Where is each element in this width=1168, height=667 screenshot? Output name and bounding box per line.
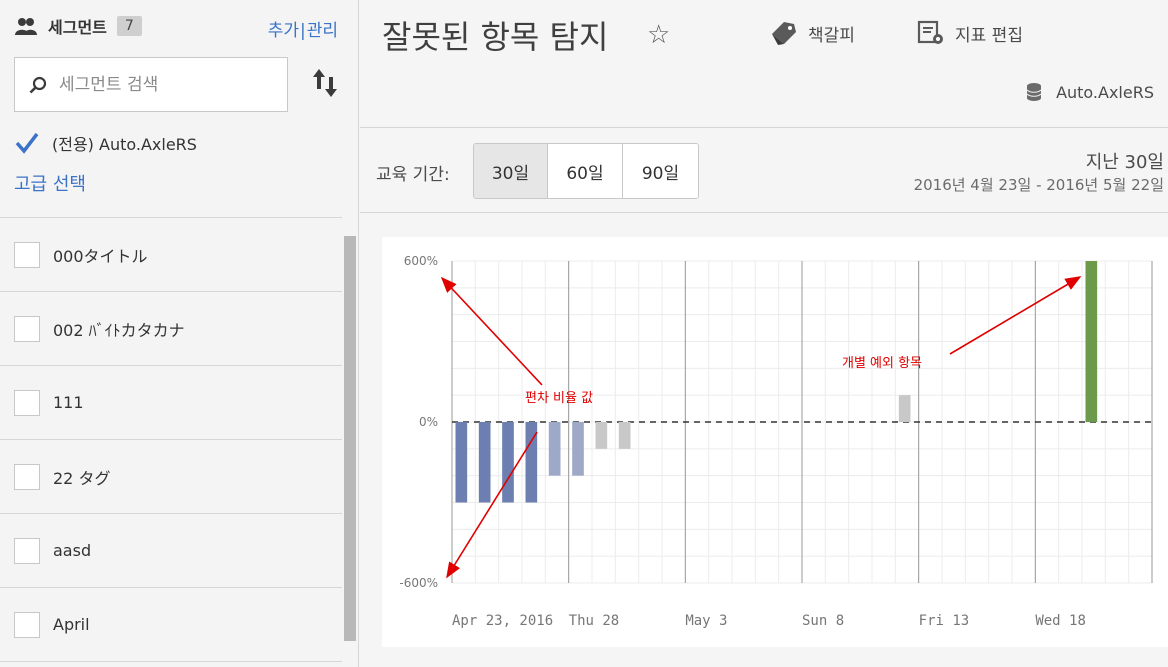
report-suite-name: Auto.AxleRS <box>1056 82 1154 102</box>
search-icon <box>29 76 47 93</box>
chart-bar <box>455 422 468 503</box>
edit-metrics-icon <box>917 20 943 44</box>
bookmark-label: 책갈피 <box>808 25 855 46</box>
bookmark-button[interactable]: 책갈피 <box>770 20 855 46</box>
database-icon <box>1026 83 1042 101</box>
segment-list-scrollbar[interactable] <box>344 236 356 641</box>
chart-bar <box>572 422 584 476</box>
x-tick-label: Wed 18 <box>1035 613 1086 629</box>
bookmark-icon <box>772 22 796 45</box>
chart-bar <box>548 422 561 476</box>
y-tick-label: 600% <box>404 254 438 268</box>
x-tick-label: Sun 8 <box>802 613 844 629</box>
segment-checkbox[interactable] <box>14 241 40 268</box>
segment-list: 000タイトル 002 ﾊﾞｲﾄカタカナ 111 22 タグ aasd Apri… <box>0 217 342 662</box>
segment-search-box <box>14 57 288 112</box>
main-panel: 잘못된 항목 탐지 ☆ 책갈피 지표 편집 Auto.AxleRS 교육 기간:… <box>360 0 1168 667</box>
chart-bar <box>898 395 911 422</box>
list-item[interactable]: aasd <box>0 514 342 588</box>
training-period-label: 교육 기간: <box>376 165 450 185</box>
chart-bar <box>1085 261 1098 422</box>
x-tick-label: Apr 23, 2016 <box>452 613 553 629</box>
link-separator: | <box>299 21 306 41</box>
toolbar-divider <box>360 212 1168 213</box>
x-tick-label: Thu 28 <box>569 613 620 629</box>
page-title: 잘못된 항목 탐지 <box>382 18 609 56</box>
segment-header: 세그먼트 7 <box>14 14 142 38</box>
y-tick-label: 0% <box>419 415 438 429</box>
checkmark-icon[interactable] <box>14 130 40 156</box>
segment-checkbox[interactable] <box>14 463 40 490</box>
segment-sidebar: 세그먼트 7 추가|관리 (전용) Auto.AxleRS 고급 선택 000タ… <box>0 0 359 667</box>
manage-segment-link[interactable]: 관리 <box>307 21 338 41</box>
list-item[interactable]: April <box>0 588 342 662</box>
edit-metrics-button[interactable]: 지표 편집 <box>917 20 1023 46</box>
segment-checkbox[interactable] <box>14 611 40 638</box>
x-tick-label: Fri 13 <box>919 613 970 629</box>
edit-metrics-label: 지표 편집 <box>955 25 1023 46</box>
list-item[interactable]: 22 タグ <box>0 440 342 514</box>
annotation-arrow <box>949 276 1082 355</box>
training-30-button[interactable]: 30일 <box>474 144 548 198</box>
segment-name: April <box>53 615 90 634</box>
report-suite-checkbox-label: (전용) Auto.AxleRS <box>52 135 197 154</box>
report-suite-checkbox-row[interactable]: (전용) Auto.AxleRS <box>14 130 197 156</box>
anomaly-chart-svg: 600% 0% -600% Apr 23, 2016 Thu 28 May 3 Sun 8 F… <box>399 254 1153 629</box>
chart-bar <box>478 422 491 503</box>
segment-search-input[interactable] <box>59 74 269 95</box>
training-period-selector: 30일 60일 90일 <box>473 143 699 199</box>
chart-bar <box>502 422 514 503</box>
date-range-label: 지난 30일 <box>1085 152 1164 173</box>
segment-checkbox[interactable] <box>14 315 40 342</box>
segment-checkbox[interactable] <box>14 389 40 416</box>
segment-name: 000タイトル <box>53 246 148 266</box>
list-item[interactable]: 002 ﾊﾞｲﾄカタカナ <box>0 292 342 366</box>
segment-name: 22 タグ <box>53 468 111 488</box>
x-tick-label: May 3 <box>685 613 727 629</box>
anomaly-chart: 600% 0% -600% Apr 23, 2016 Thu 28 May 3 Sun 8 F… <box>382 237 1168 647</box>
segment-name: aasd <box>53 541 92 560</box>
segment-name: 002 ﾊﾞｲﾄカタカナ <box>53 320 185 340</box>
header-divider <box>360 127 1168 128</box>
report-suite-label: Auto.AxleRS <box>1026 82 1154 102</box>
list-item[interactable]: 000タイトル <box>0 218 342 292</box>
chart-bar <box>618 422 631 449</box>
sort-icon[interactable] <box>312 67 338 99</box>
segment-checkbox[interactable] <box>14 537 40 564</box>
add-segment-link[interactable]: 추가 <box>268 21 299 41</box>
chart-bar <box>595 422 608 449</box>
segment-count-badge: 7 <box>116 16 142 36</box>
anomaly-annotation-label: 개별 예외 항목 <box>842 356 922 371</box>
deviation-annotation-label: 편차 비율 값 <box>525 391 593 406</box>
list-item[interactable]: 111 <box>0 366 342 440</box>
segment-name: 111 <box>53 393 84 412</box>
y-tick-label: -600% <box>399 576 438 590</box>
annotation-arrow <box>440 276 543 386</box>
segment-title: 세그먼트 <box>48 18 107 37</box>
date-range-dates: 2016년 4월 23일 - 2016년 5월 22일 <box>913 176 1164 194</box>
segment-links: 추가|관리 <box>268 16 338 41</box>
training-90-button[interactable]: 90일 <box>623 144 698 198</box>
people-icon <box>15 18 37 35</box>
training-60-button[interactable]: 60일 <box>548 144 623 198</box>
star-icon[interactable]: ☆ <box>647 20 670 50</box>
advanced-selection-link[interactable]: 고급 선택 <box>14 170 86 196</box>
